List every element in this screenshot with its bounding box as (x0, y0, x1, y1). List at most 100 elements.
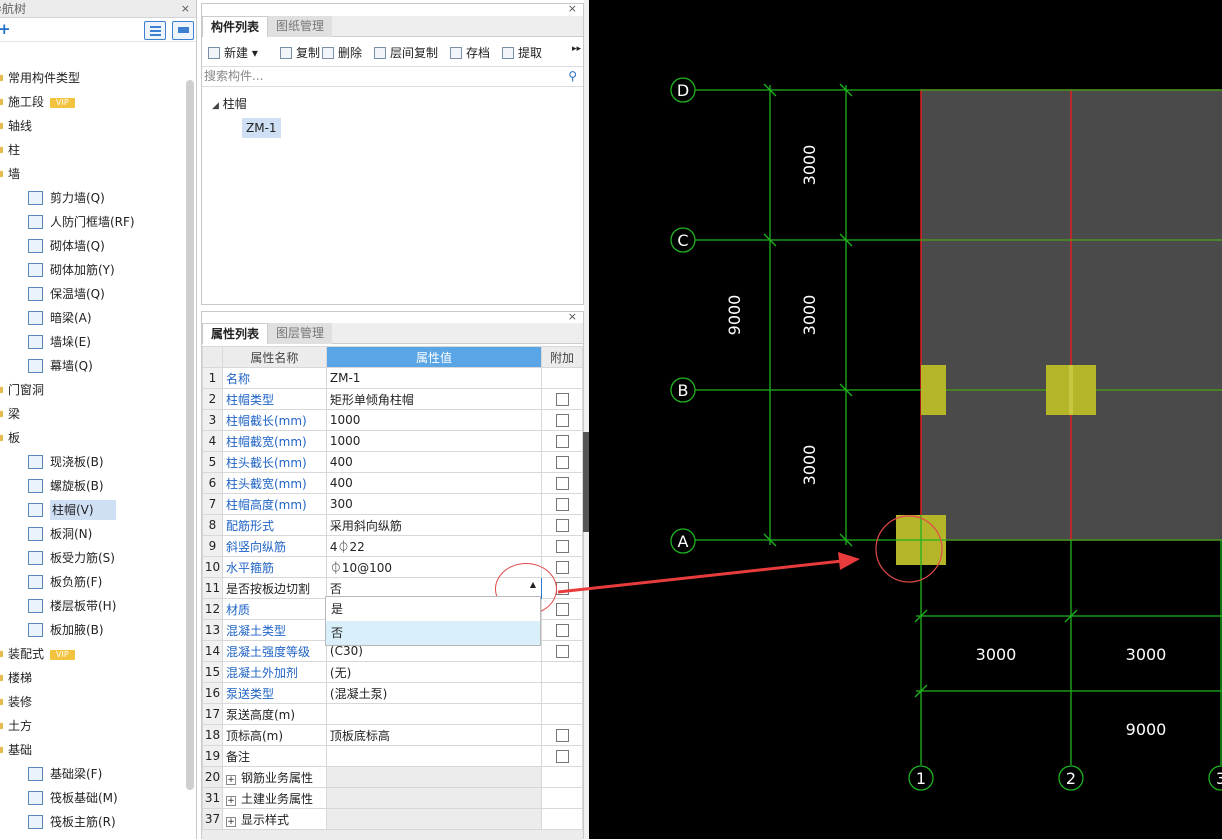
property-value[interactable]: 1000 (325, 409, 543, 431)
nav-item[interactable]: 幕墙(Q) (0, 354, 184, 378)
property-value[interactable]: ZM-1 (325, 367, 543, 389)
nav-item[interactable]: 板洞(N) (0, 522, 184, 546)
nav-item[interactable]: 楼层板带(H) (0, 594, 184, 618)
property-value[interactable] (325, 808, 543, 830)
extra-checkbox[interactable] (555, 435, 569, 448)
nav-item[interactable]: 暗梁(A) (0, 306, 184, 330)
nav-category[interactable]: 梁 (0, 402, 184, 426)
nav-category[interactable]: 轴线 (0, 114, 184, 138)
property-value[interactable]: 顶板底标高 (325, 724, 543, 746)
property-row[interactable]: 15 混凝土外加剂 (无) (202, 661, 583, 683)
floor-copy-button[interactable]: 层间复制 (374, 44, 438, 61)
nav-item[interactable]: 现浇板(B) (0, 450, 184, 474)
property-row[interactable]: 18 顶标高(m) 顶板底标高 (202, 724, 583, 746)
column-cap[interactable] (921, 365, 946, 415)
property-value[interactable] (325, 766, 543, 788)
extra-checkbox[interactable] (555, 729, 569, 742)
extra-checkbox[interactable] (555, 624, 569, 637)
property-value[interactable]: 400 (325, 472, 543, 494)
nav-category[interactable]: 施工段 VIP (0, 90, 184, 114)
add-icon[interactable]: + (0, 20, 11, 38)
property-row[interactable]: 4 柱帽截宽(mm) 1000 (202, 430, 583, 452)
nav-category[interactable]: 基础 (0, 738, 184, 762)
close-icon[interactable]: × (568, 310, 577, 323)
nav-item[interactable]: 板受力筋(S) (0, 546, 184, 570)
property-row[interactable]: 7 柱帽高度(mm) 300 (202, 493, 583, 515)
search-icon[interactable]: ⚲ (568, 67, 577, 86)
extra-checkbox[interactable] (555, 540, 569, 553)
tree-group-column-cap[interactable]: ◢ 柱帽 (212, 92, 281, 116)
list-view-icon[interactable] (144, 21, 166, 40)
nav-category[interactable]: 门窗洞 (0, 378, 184, 402)
tab-property-list[interactable]: 属性列表 (202, 323, 269, 344)
property-value[interactable]: 4⏀22 (325, 535, 543, 557)
property-row[interactable]: 31 + 土建业务属性 (202, 787, 583, 809)
property-value[interactable]: (无) (325, 661, 543, 683)
property-value[interactable] (325, 787, 543, 809)
delete-button[interactable]: 删除 (322, 44, 362, 61)
expand-icon[interactable]: + (225, 816, 236, 827)
property-row[interactable]: 17 泵送高度(m) (202, 703, 583, 725)
property-row[interactable]: 3 柱帽截长(mm) 1000 (202, 409, 583, 431)
nav-category[interactable]: 装配式 VIP (0, 642, 184, 666)
property-value[interactable]: 300 (325, 493, 543, 515)
extra-checkbox[interactable] (555, 603, 569, 616)
cad-canvas[interactable]: D C B A 1 2 3 3000 3000 3000 9000 3000 3… (589, 0, 1222, 839)
archive-button[interactable]: 存档 (450, 44, 490, 61)
property-row[interactable]: 6 柱头截宽(mm) 400 (202, 472, 583, 494)
more-icon[interactable]: ▸▸ (572, 44, 581, 54)
property-row[interactable]: 16 泵送类型 (混凝土泵) (202, 682, 583, 704)
nav-category[interactable]: 楼梯 (0, 666, 184, 690)
nav-item[interactable]: 墙垛(E) (0, 330, 184, 354)
nav-item[interactable]: 板加腋(B) (0, 618, 184, 642)
extra-checkbox[interactable] (555, 393, 569, 406)
nav-scrollbar[interactable] (186, 80, 194, 790)
nav-item[interactable]: 板负筋(F) (0, 570, 184, 594)
extra-checkbox[interactable] (555, 414, 569, 427)
dropdown-option-yes[interactable]: 是 (326, 597, 540, 621)
property-row[interactable]: 1 名称 ZM-1 (202, 367, 583, 389)
nav-category[interactable]: 板 (0, 426, 184, 450)
property-row[interactable]: 19 备注 (202, 745, 583, 767)
new-button[interactable]: 新建 ▾ (208, 44, 258, 61)
property-row[interactable]: 9 斜竖向纵筋 4⏀22 (202, 535, 583, 557)
nav-item[interactable]: 剪力墙(Q) (0, 186, 184, 210)
property-value[interactable]: 400 (325, 451, 543, 473)
nav-item[interactable]: 筏板主筋(R) (0, 810, 184, 834)
nav-category[interactable]: 墙 (0, 162, 184, 186)
property-value[interactable]: (混凝土泵) (325, 682, 543, 704)
extra-checkbox[interactable] (555, 498, 569, 511)
nav-item[interactable]: 保温墙(Q) (0, 282, 184, 306)
property-value[interactable]: 1000 (325, 430, 543, 452)
nav-item[interactable]: 人防门框墙(RF) (0, 210, 184, 234)
nav-category[interactable]: 土方 (0, 714, 184, 738)
dropdown-option-no[interactable]: 否 (326, 621, 540, 645)
property-row[interactable]: 2 柱帽类型 矩形单倾角柱帽 (202, 388, 583, 410)
component-search-input[interactable]: 搜索构件... ⚲ (202, 66, 583, 87)
tab-drawing-management[interactable]: 图纸管理 (268, 16, 333, 37)
tree-item-zm1[interactable]: ZM-1 (212, 116, 281, 140)
nav-category[interactable]: 柱 (0, 138, 184, 162)
extract-button[interactable]: 提取 (502, 44, 542, 61)
copy-button[interactable]: 复制 (280, 44, 320, 61)
nav-item[interactable]: 砌体墙(Q) (0, 234, 184, 258)
property-row[interactable]: 20 + 钢筋业务属性 (202, 766, 583, 788)
tab-layer-management[interactable]: 图层管理 (268, 323, 333, 344)
tab-component-list[interactable]: 构件列表 (202, 16, 269, 37)
nav-item[interactable]: 基础梁(F) (0, 762, 184, 786)
expand-icon[interactable]: + (225, 774, 236, 785)
nav-category[interactable]: 装修 (0, 690, 184, 714)
collapse-icon[interactable]: ◢ (212, 101, 219, 111)
extra-checkbox[interactable] (555, 582, 569, 595)
property-row[interactable]: 8 配筋形式 采用斜向纵筋 (202, 514, 583, 536)
property-value[interactable] (325, 703, 543, 725)
nav-item[interactable]: 筏板基础(M) (0, 786, 184, 810)
extra-checkbox[interactable] (555, 645, 569, 658)
property-value[interactable]: 矩形单倾角柱帽 (325, 388, 543, 410)
nav-item[interactable]: 砌体加筋(Y) (0, 258, 184, 282)
property-value[interactable] (325, 745, 543, 767)
close-icon[interactable]: × (568, 2, 577, 15)
extra-checkbox[interactable] (555, 750, 569, 763)
nav-category[interactable]: 常用构件类型 (0, 66, 184, 90)
collapse-handle[interactable] (583, 432, 589, 532)
